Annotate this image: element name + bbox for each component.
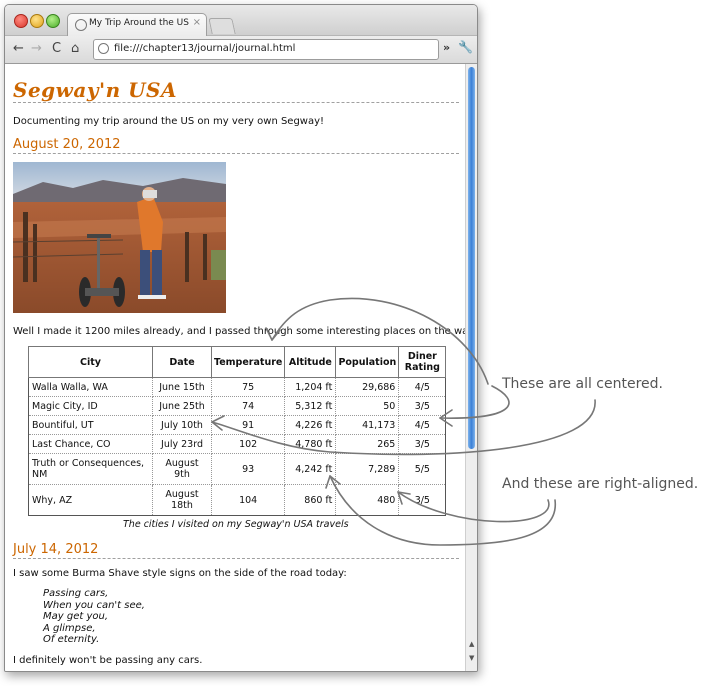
annotation-arrows bbox=[211, 297, 596, 546]
annotation-centered: These are all centered. bbox=[502, 376, 663, 392]
arrow-to-date bbox=[211, 399, 596, 456]
annotation-right-aligned: And these are right-aligned. bbox=[502, 476, 699, 492]
arrow-to-diner bbox=[439, 385, 510, 419]
arrow-to-population bbox=[397, 491, 550, 523]
arrow-to-temperature bbox=[271, 297, 489, 385]
